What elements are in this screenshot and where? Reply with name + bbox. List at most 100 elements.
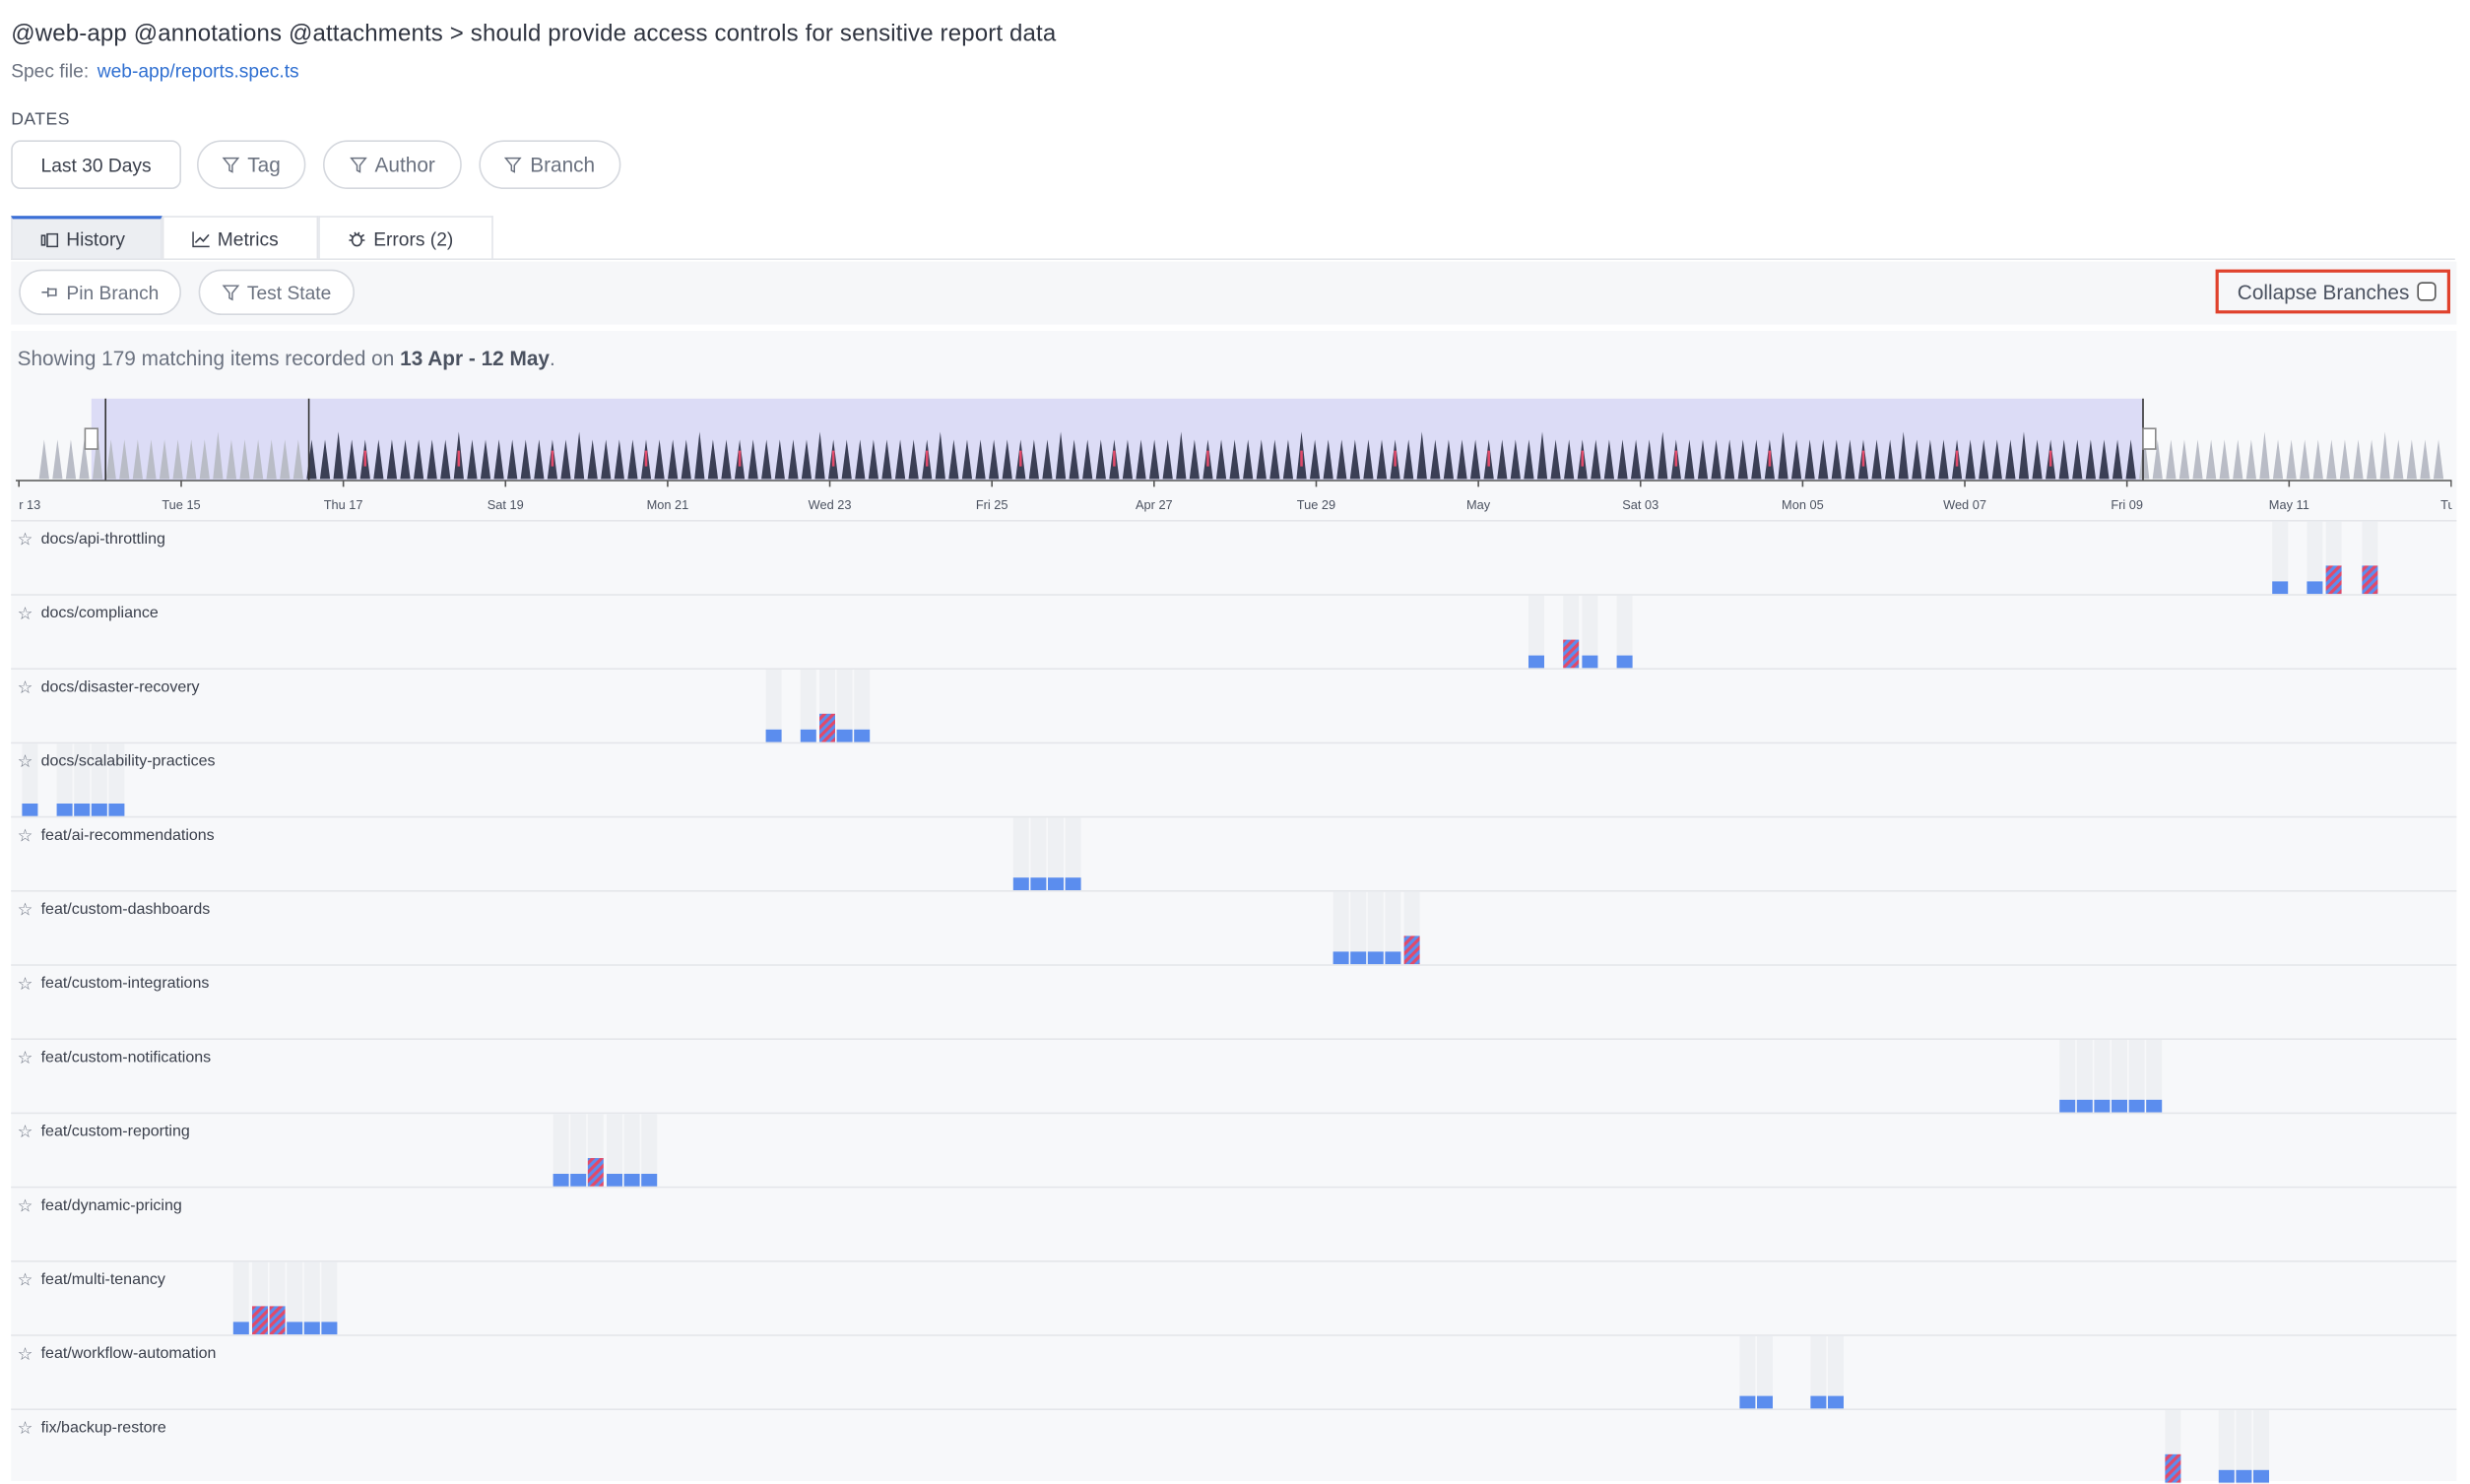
passed-run-bar (2076, 1099, 2093, 1113)
pin-star-icon[interactable]: ☆ (18, 530, 33, 549)
lane-label[interactable]: ☆ feat/custom-integrations (18, 974, 210, 994)
failure-mark (738, 450, 742, 467)
branch-lane[interactable]: ☆ docs/compliance (11, 594, 2457, 670)
lane-label[interactable]: ☆ feat/ai-recommendations (18, 825, 215, 846)
branch-lane[interactable]: ☆ feat/custom-dashboards (11, 890, 2457, 966)
tab-errors[interactable]: Errors (2) (318, 216, 493, 260)
run-spike (2259, 431, 2270, 480)
tag-filter-button[interactable]: Tag (197, 140, 306, 189)
author-filter-button[interactable]: Author (323, 140, 462, 189)
spec-file-link[interactable]: web-app/reports.spec.ts (98, 60, 299, 82)
failure-mark (831, 450, 835, 467)
pin-star-icon[interactable]: ☆ (18, 1270, 33, 1290)
axis-tick-label: May (1466, 497, 1491, 512)
lane-label[interactable]: ☆ docs/disaster-recovery (18, 677, 200, 698)
run-spike (2192, 439, 2203, 480)
run-spike (2433, 439, 2444, 480)
axis-tick-label: Tue 15 (162, 497, 200, 512)
passed-run-bar (74, 804, 91, 816)
tab-metrics[interactable]: Metrics (162, 216, 319, 260)
passed-run-bar (1528, 655, 1544, 669)
lane-label[interactable]: ☆ feat/workflow-automation (18, 1344, 217, 1364)
passed-run-bar (1828, 1395, 1844, 1409)
timeline-overview[interactable]: r 13 Tue 15 Thu 17 Sat 19 Mon 21 Wed 23 Fri 25… (16, 394, 2462, 528)
run-spike (2406, 439, 2417, 480)
branch-lane[interactable]: ☆ feat/workflow-automation (11, 1334, 2457, 1410)
collapse-branches-checkbox[interactable] (2417, 282, 2437, 301)
passed-run-bar (2094, 1099, 2111, 1113)
branch-lane[interactable]: ☆ feat/custom-notifications (11, 1038, 2457, 1115)
passed-run-bar (1582, 655, 1598, 669)
lane-label[interactable]: ☆ feat/custom-notifications (18, 1048, 212, 1068)
passed-run-bar (854, 729, 871, 742)
passed-run-bar (1367, 951, 1384, 965)
lane-label[interactable]: ☆ feat/dynamic-pricing (18, 1195, 182, 1216)
branch-lane[interactable]: ☆ docs/scalability-practices (11, 742, 2457, 818)
lane-bars (232, 1261, 338, 1336)
passed-run-bar (1350, 951, 1367, 965)
test-state-button[interactable]: Test State (198, 269, 355, 315)
failure-mark (1300, 450, 1303, 467)
pin-star-icon[interactable]: ☆ (18, 825, 33, 846)
pin-branch-button[interactable]: Pin Branch (19, 269, 182, 315)
pin-star-icon[interactable]: ☆ (18, 677, 33, 698)
branch-lane[interactable]: ☆ fix/backup-restore (11, 1408, 2457, 1484)
tab-history[interactable]: History (11, 216, 162, 260)
failure-mark (1581, 450, 1585, 467)
lane-bars (2165, 1410, 2269, 1484)
date-range-value: Last 30 Days (40, 154, 152, 176)
failure-mark (1861, 450, 1865, 467)
date-range-select[interactable]: Last 30 Days (11, 140, 182, 189)
run-spike (2178, 439, 2190, 480)
axis-tick-label: Wed 07 (1943, 497, 1986, 512)
lane-label[interactable]: ☆ feat/multi-tenancy (18, 1270, 165, 1290)
collapse-branches-toggle[interactable]: Collapse Branches (2215, 269, 2450, 314)
pin-star-icon[interactable]: ☆ (18, 604, 33, 623)
branch-lane[interactable]: ☆ feat/custom-integrations (11, 964, 2457, 1040)
branch-lane[interactable]: ☆ feat/multi-tenancy (11, 1260, 2457, 1336)
passed-run-bar (552, 1174, 569, 1187)
passed-run-bar (1012, 877, 1029, 890)
pin-star-icon[interactable]: ☆ (18, 1195, 33, 1216)
pin-star-icon[interactable]: ☆ (18, 751, 33, 772)
pin-star-icon[interactable]: ☆ (18, 1122, 33, 1142)
lane-label[interactable]: ☆ docs/compliance (18, 604, 159, 623)
branch-lane[interactable]: ☆ docs/disaster-recovery (11, 668, 2457, 744)
branch-lane[interactable]: ☆ feat/custom-reporting (11, 1112, 2457, 1189)
failure-mark (1019, 450, 1022, 467)
branch-lane[interactable]: ☆ feat/ai-recommendations (11, 815, 2457, 892)
lane-label[interactable]: ☆ docs/scalability-practices (18, 751, 216, 772)
chart-line-icon (192, 230, 210, 247)
passed-run-bar (1065, 877, 1081, 890)
passed-run-bar (1048, 877, 1064, 890)
run-spike (38, 439, 49, 480)
lane-label[interactable]: ☆ feat/custom-reporting (18, 1122, 190, 1142)
lane-label[interactable]: ☆ feat/custom-dashboards (18, 900, 211, 920)
passed-run-bar (2307, 581, 2323, 595)
lane-label[interactable]: ☆ docs/api-throttling (18, 530, 165, 549)
failure-mark (363, 450, 367, 467)
branch-filter-button[interactable]: Branch (479, 140, 621, 189)
branch-lane[interactable]: ☆ docs/api-throttling (11, 520, 2457, 596)
pin-star-icon[interactable]: ☆ (18, 974, 33, 994)
pin-star-icon[interactable]: ☆ (18, 900, 33, 920)
pin-star-icon[interactable]: ☆ (18, 1418, 33, 1439)
tag-filter-label: Tag (247, 153, 281, 177)
run-spike (2272, 439, 2284, 480)
passed-run-bar (1616, 655, 1633, 669)
pin-star-icon[interactable]: ☆ (18, 1048, 33, 1068)
summary-suffix: . (549, 347, 555, 370)
failure-mark (1394, 450, 1397, 467)
pin-star-icon[interactable]: ☆ (18, 1344, 33, 1364)
axis-tick-label: Fri 25 (976, 497, 1008, 512)
pin-icon (41, 288, 57, 297)
passed-run-bar (765, 729, 782, 742)
branch-name: feat/multi-tenancy (40, 1271, 165, 1289)
lane-label[interactable]: ☆ fix/backup-restore (18, 1418, 166, 1439)
window-left-handle (84, 427, 99, 450)
timeline-chart[interactable]: r 13 Tue 15 Thu 17 Sat 19 Mon 21 Wed 23 Fri 25… (16, 394, 2462, 520)
axis-tick-label: Tue (2440, 497, 2451, 512)
failed-run-bar (2362, 565, 2378, 595)
run-spike (2326, 439, 2337, 480)
branch-lane[interactable]: ☆ feat/dynamic-pricing (11, 1186, 2457, 1262)
